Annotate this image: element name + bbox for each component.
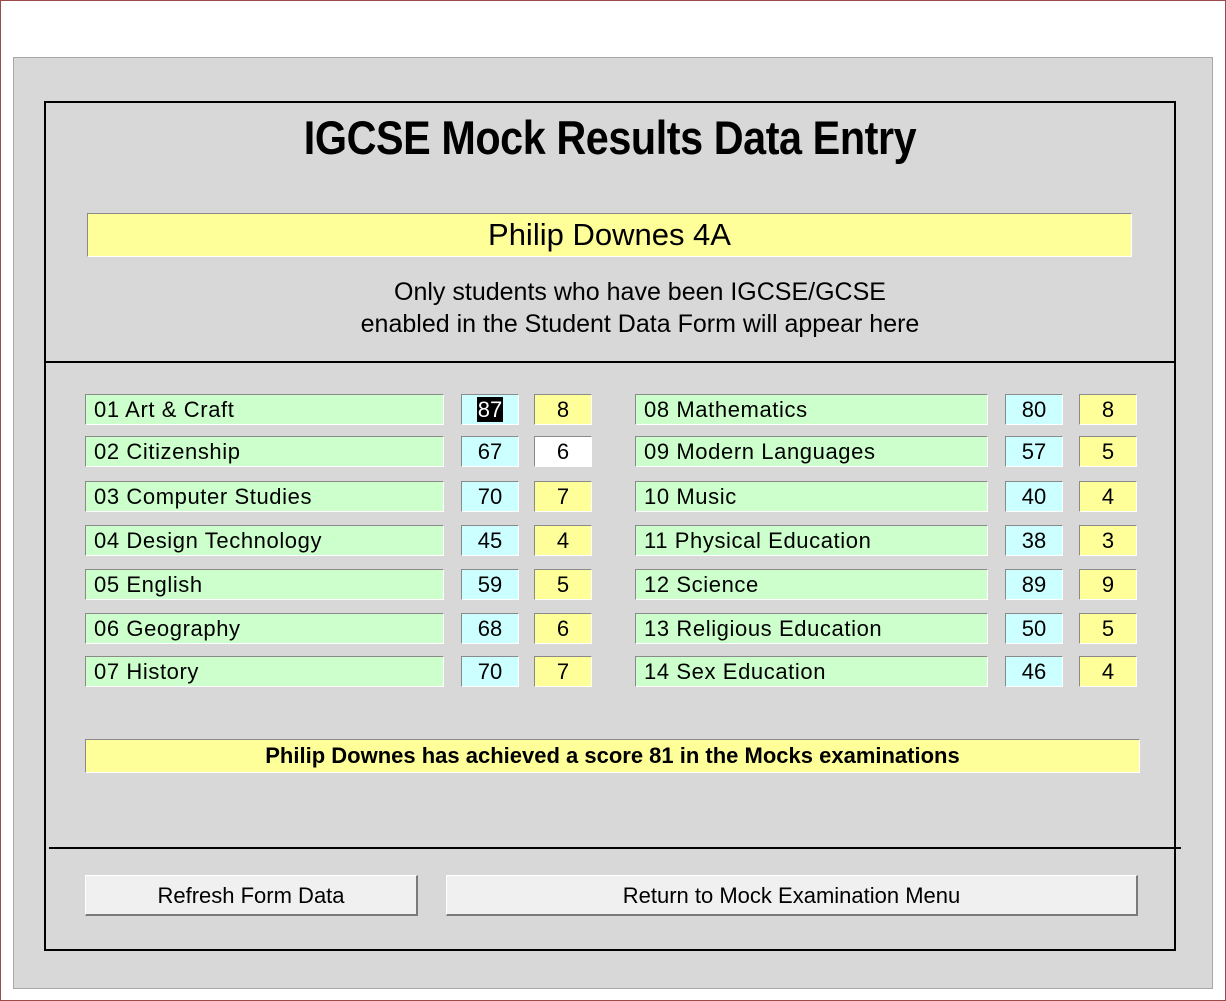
mark-field[interactable]: 70 [461,481,519,512]
grade-field[interactable]: 5 [534,569,592,600]
subject-field[interactable]: 04 Design Technology [85,525,444,556]
subject-field[interactable]: 09 Modern Languages [635,436,988,467]
subject-field[interactable]: 02 Citizenship [85,436,444,467]
grade-field[interactable]: 8 [534,394,592,425]
subject-field[interactable]: 12 Science [635,569,988,600]
subject-field[interactable]: 05 English [85,569,444,600]
mark-field[interactable]: 67 [461,436,519,467]
grade-field[interactable]: 4 [1079,656,1137,687]
notice-line-2: enabled in the Student Data Form will ap… [360,310,920,338]
mark-field[interactable]: 59 [461,569,519,600]
mark-field[interactable]: 45 [461,525,519,556]
page-title: IGCSE Mock Results Data Entry [303,111,917,164]
grade-field[interactable]: 7 [534,656,592,687]
subject-field[interactable]: 14 Sex Education [635,656,988,687]
grade-field[interactable]: 5 [1079,613,1137,644]
grade-field[interactable]: 3 [1079,525,1137,556]
grade-field[interactable]: 4 [1079,481,1137,512]
mark-field[interactable]: 50 [1005,613,1063,644]
refresh-form-data-button[interactable]: Refresh Form Data [85,875,418,916]
grade-field[interactable]: 7 [534,481,592,512]
mark-field[interactable]: 80 [1005,394,1063,425]
selected-mark-text: 87 [476,397,504,422]
mark-field[interactable]: 70 [461,656,519,687]
return-to-menu-button[interactable]: Return to Mock Examination Menu [446,875,1138,916]
subject-field[interactable]: 07 History [85,656,444,687]
subject-field[interactable]: 13 Religious Education [635,613,988,644]
subject-field[interactable]: 01 Art & Craft [85,394,444,425]
mark-field[interactable]: 57 [1005,436,1063,467]
grade-field[interactable]: 8 [1079,394,1137,425]
subject-field[interactable]: 11 Physical Education [635,525,988,556]
mark-field[interactable]: 46 [1005,656,1063,687]
grade-field[interactable]: 4 [534,525,592,556]
mark-field[interactable]: 89 [1005,569,1063,600]
subject-field[interactable]: 06 Geography [85,613,444,644]
subject-field[interactable]: 08 Mathematics [635,394,988,425]
grade-field[interactable]: 6 [534,613,592,644]
mark-field[interactable]: 87 [461,394,519,425]
mark-field[interactable]: 40 [1005,481,1063,512]
mark-field[interactable]: 68 [461,613,519,644]
student-name-field[interactable]: Philip Downes 4A [87,213,1132,257]
grade-field[interactable]: 9 [1079,569,1137,600]
notice-text: Only students who have been IGCSE/GCSE e… [44,276,1226,340]
subject-field[interactable]: 03 Computer Studies [85,481,444,512]
score-summary: Philip Downes has achieved a score 81 in… [85,739,1140,773]
grade-field[interactable]: 5 [1079,436,1137,467]
notice-line-1: Only students who have been IGCSE/GCSE [394,278,886,306]
footer-divider [49,847,1181,849]
grade-field[interactable]: 6 [534,436,592,467]
mark-field[interactable]: 38 [1005,525,1063,556]
header-divider [44,361,1176,363]
subject-field[interactable]: 10 Music [635,481,988,512]
